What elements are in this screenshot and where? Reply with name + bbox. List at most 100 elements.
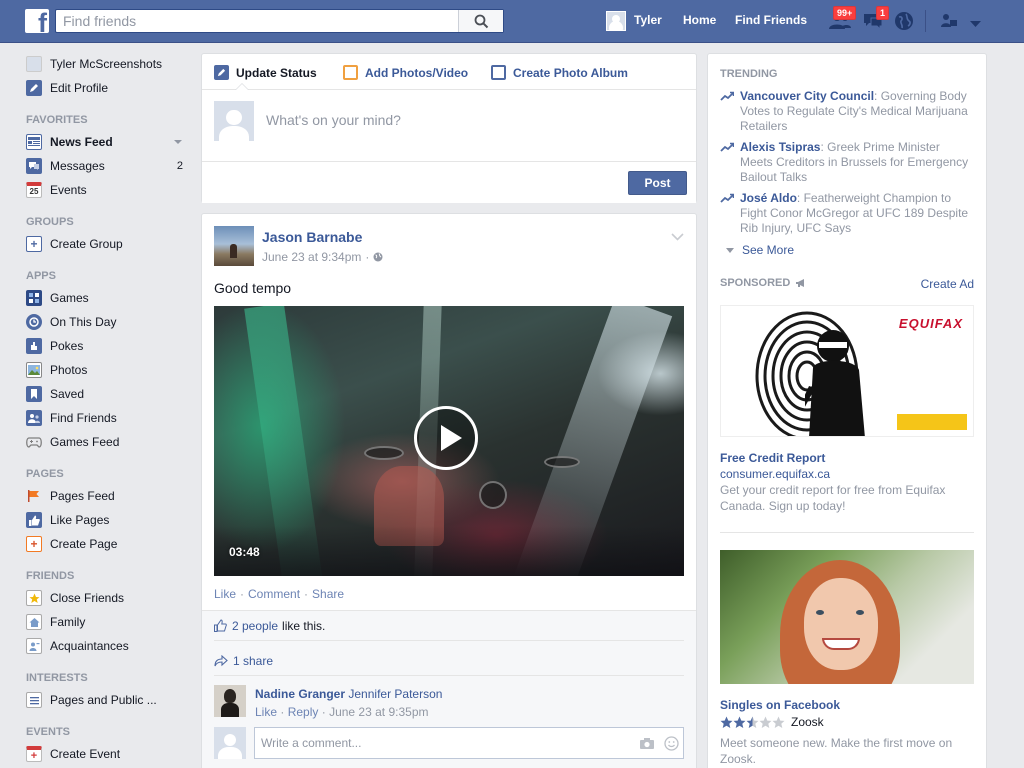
ad-url[interactable]: consumer.equifax.ca [720, 467, 830, 481]
equifax-ad-image[interactable]: EQUIFAX [720, 305, 974, 437]
emoji-icon[interactable] [664, 736, 679, 751]
create-ad-link[interactable]: Create Ad [921, 277, 974, 291]
sidebar-item-like-pages[interactable]: Like Pages [26, 508, 191, 532]
comment-input[interactable] [255, 728, 615, 758]
sidebar-header-pages: PAGES [26, 468, 64, 480]
sidebar-edit-profile[interactable]: Edit Profile [26, 76, 191, 100]
trending-item[interactable]: Alexis Tsipras: Greek Prime Minister Mee… [720, 140, 970, 185]
tab-update-status[interactable]: Update Status [214, 65, 317, 80]
sidebar-item-on-this-day[interactable]: On This Day [26, 310, 191, 334]
privacy-shortcuts[interactable] [940, 13, 958, 32]
sidebar-item-messages[interactable]: Messages 2 [26, 154, 191, 178]
family-house-icon [26, 614, 42, 630]
sidebar-item-create-event[interactable]: + Create Event [26, 742, 191, 766]
sidebar-item-create-page[interactable]: + Create Page [26, 532, 191, 556]
tab-label: Create Photo Album [513, 65, 628, 80]
comment-reply-link[interactable]: Reply [288, 705, 319, 719]
video-player[interactable]: 03:48 [214, 306, 684, 576]
post-button[interactable]: Post [628, 171, 687, 195]
comment-author[interactable]: Nadine Granger [255, 687, 345, 701]
likes-suffix: like this. [282, 618, 326, 633]
feed-story: Jason Barnabe June 23 at 9:34pm · Good t… [201, 213, 697, 768]
friend-requests-jewel[interactable]: 99+ [828, 6, 857, 34]
likes-count-link[interactable]: 2 people [232, 619, 278, 633]
post-author-name[interactable]: Jason Barnabe [262, 229, 362, 245]
public-globe-icon[interactable] [373, 252, 383, 262]
photos-icon [26, 362, 42, 378]
like-thumb-icon [214, 619, 227, 632]
video-gradient [214, 526, 684, 576]
ad-title[interactable]: Singles on Facebook [720, 698, 840, 712]
like-link[interactable]: Like [214, 587, 236, 601]
facebook-logo[interactable]: f [25, 9, 49, 33]
photo-album-icon [491, 65, 506, 80]
status-input[interactable]: What's on your mind? [266, 112, 401, 128]
nav-user-name[interactable]: Tyler [634, 13, 662, 27]
sidebar-item-saved[interactable]: Saved [26, 382, 191, 406]
sidebar-item-create-group[interactable]: + Create Group [26, 232, 191, 256]
sidebar-profile[interactable]: Tyler McScreenshots [26, 52, 191, 76]
sidebar-item-photos[interactable]: Photos [26, 358, 191, 382]
sidebar-item-news-feed[interactable]: News Feed [26, 130, 191, 154]
on-this-day-icon [26, 314, 42, 330]
play-button[interactable] [414, 406, 478, 470]
see-more-trending-link[interactable]: See More [726, 243, 794, 257]
star-icon [772, 716, 785, 728]
post-text: Good tempo [214, 280, 292, 296]
post-author-avatar[interactable] [214, 226, 254, 266]
sidebar-header-friends: FRIENDS [26, 570, 75, 582]
tab-add-photos-video[interactable]: Add Photos/Video [343, 65, 468, 80]
comment-link[interactable]: Comment [248, 587, 300, 601]
trending-topic[interactable]: José Aldo [740, 191, 797, 205]
nav-profile-link[interactable] [606, 11, 626, 31]
notifications-jewel[interactable] [894, 11, 914, 34]
account-settings-dropdown[interactable] [970, 17, 981, 31]
camera-icon[interactable] [639, 737, 655, 750]
sidebar-item-label: Messages [50, 159, 105, 173]
post-timestamp[interactable]: June 23 at 9:34pm [262, 250, 361, 264]
equifax-offer-sticker [897, 414, 967, 430]
sidebar-item-label: Create Page [50, 537, 118, 551]
composer-active-tab-caret [235, 83, 249, 90]
nav-find-friends-link[interactable]: Find Friends [735, 13, 807, 27]
shares-count-link[interactable]: 1 share [233, 654, 273, 668]
commenter-avatar[interactable] [214, 685, 246, 717]
sidebar-header-apps: APPS [26, 270, 56, 282]
sidebar-item-family[interactable]: Family [26, 610, 191, 634]
sidebar-item-games-feed[interactable]: Games Feed [26, 430, 191, 454]
comment-tagged-user[interactable]: Jennifer Paterson [348, 687, 442, 701]
sidebar-item-acquaintances[interactable]: Acquaintances [26, 634, 191, 658]
news-feed-options-caret[interactable] [174, 140, 182, 144]
search-button[interactable] [458, 10, 503, 32]
share-link[interactable]: Share [312, 587, 344, 601]
saved-bookmark-icon [26, 386, 42, 402]
sidebar-item-pages-and-public[interactable]: Pages and Public ... [26, 688, 191, 712]
shares-row: 1 share [214, 646, 684, 676]
sidebar-header-favorites: FAVORITES [26, 114, 88, 126]
sidebar-item-events[interactable]: 25 Events [26, 178, 191, 202]
sidebar-item-find-friends[interactable]: Find Friends [26, 406, 191, 430]
face [804, 578, 878, 670]
sidebar-header-interests: INTERESTS [26, 672, 88, 684]
trending-item[interactable]: José Aldo: Featherweight Champion to Fig… [720, 191, 970, 236]
tab-create-photo-album[interactable]: Create Photo Album [491, 65, 628, 80]
ad-title[interactable]: Free Credit Report [720, 451, 825, 465]
sidebar-item-pokes[interactable]: Pokes [26, 334, 191, 358]
messages-jewel[interactable]: 1 [862, 6, 890, 34]
comment-timestamp[interactable]: June 23 at 9:35pm [329, 705, 428, 719]
drum [479, 481, 507, 509]
nav-home-link[interactable]: Home [683, 13, 716, 27]
composer-tabs: Update Status Add Photos/Video Create Ph… [202, 54, 696, 90]
composer-footer: Post [202, 161, 696, 203]
sidebar-item-close-friends[interactable]: Close Friends [26, 586, 191, 610]
search-input[interactable] [56, 10, 460, 32]
sidebar-item-games[interactable]: Games [26, 286, 191, 310]
singles-ad-image[interactable] [720, 550, 974, 684]
post-options-chevron[interactable] [671, 230, 684, 244]
trending-topic[interactable]: Alexis Tsipras [740, 140, 820, 154]
trending-item[interactable]: Vancouver City Council: Governing Body V… [720, 89, 970, 134]
sidebar-item-pages-feed[interactable]: Pages Feed [26, 484, 191, 508]
comment-like-link[interactable]: Like [255, 705, 277, 719]
trending-topic[interactable]: Vancouver City Council [740, 89, 874, 103]
sidebar-item-label: Family [50, 615, 86, 629]
